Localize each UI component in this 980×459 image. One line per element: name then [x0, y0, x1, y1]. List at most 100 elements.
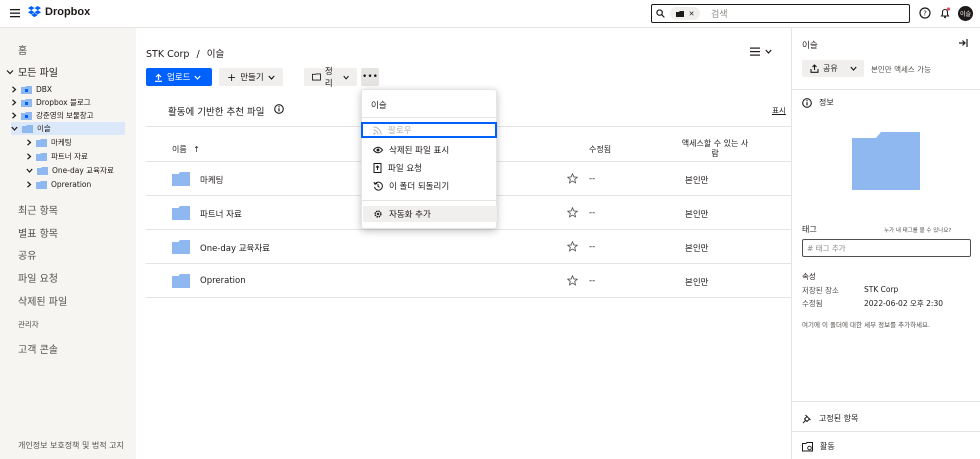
app-name: Dropbox — [45, 6, 91, 18]
table-row[interactable]: Opreration -- 본인만 — [146, 264, 791, 298]
tag-input[interactable]: # 태그 추가 — [802, 239, 971, 257]
sidebar-item-file-requests[interactable]: 파일 요청 — [18, 270, 58, 285]
info-icon[interactable] — [274, 104, 284, 114]
star-icon[interactable] — [567, 207, 578, 218]
organize-button[interactable]: 정리 — [304, 67, 357, 89]
search-box[interactable]: ✕ 검색 — [651, 4, 910, 23]
divider — [792, 401, 980, 402]
divider — [792, 89, 980, 90]
tree-item-label: 강준영의 보물창고 — [36, 111, 94, 120]
file-access: 본인만 — [685, 176, 709, 186]
star-icon[interactable] — [567, 173, 578, 184]
chevron-right-icon[interactable] — [11, 86, 17, 93]
chevron-down-icon — [343, 75, 349, 80]
recommended-title: 활동에 기반한 추천 파일 — [168, 107, 265, 118]
breadcrumb-root[interactable]: STK Corp — [146, 49, 189, 60]
collapse-panel-icon[interactable] — [958, 38, 968, 48]
menu-icon[interactable] — [10, 8, 20, 18]
panel-title: 이슬 — [802, 41, 818, 51]
tree-item-opreration[interactable]: Opreration — [26, 178, 125, 191]
chevron-down-icon[interactable] — [6, 68, 14, 76]
tree-item-dbx[interactable]: DBX — [11, 83, 125, 96]
column-access-header[interactable]: 액세스할 수 있는 사람 — [679, 139, 751, 159]
file-modified: -- — [589, 276, 596, 286]
tags-help-link[interactable]: 누가 내 태그를 볼 수 있나요? — [884, 226, 951, 234]
rss-icon — [373, 126, 382, 135]
upload-button[interactable]: 업로드 — [146, 68, 212, 86]
folder-icon — [21, 98, 32, 107]
folder-icon — [21, 111, 32, 120]
info-icon — [802, 97, 812, 108]
view-toggle-button[interactable] — [750, 47, 772, 56]
menu-item-rewind[interactable]: 이 폴더 되돌리기 — [363, 178, 497, 194]
modified-value: 2022-06-02 오후 2:30 — [864, 299, 943, 308]
share-button[interactable]: 공유 — [802, 60, 864, 77]
file-name[interactable]: One-day 교육자료 — [200, 242, 270, 254]
svg-text:?: ? — [923, 10, 927, 18]
star-icon[interactable] — [567, 275, 578, 286]
table-row[interactable]: One-day 교육자료 -- 본인만 — [146, 230, 791, 264]
tree-item-iseul[interactable]: 이슬 — [11, 122, 125, 135]
chevron-right-icon[interactable] — [11, 112, 17, 119]
chevron-down-icon[interactable] — [26, 167, 33, 174]
show-recommended-link[interactable]: 표시 — [772, 105, 786, 116]
chevron-right-icon[interactable] — [26, 181, 32, 188]
close-icon[interactable]: ✕ — [689, 10, 695, 18]
menu-item-show-deleted[interactable]: 삭제된 파일 표시 — [363, 142, 497, 158]
chevron-down-icon[interactable] — [11, 125, 18, 132]
more-actions-button[interactable]: ••• — [361, 68, 379, 86]
tree-item-dropbox-blog[interactable]: Dropbox 블로그 — [11, 96, 125, 109]
folder-icon — [22, 124, 33, 133]
file-modified: -- — [589, 208, 596, 218]
dropbox-logo[interactable]: Dropbox — [28, 6, 90, 18]
file-name[interactable]: 파트너 자료 — [200, 208, 242, 220]
chevron-right-icon[interactable] — [26, 153, 32, 160]
sidebar-item-deleted[interactable]: 삭제된 파일 — [18, 293, 67, 308]
sidebar: 홈 모든 파일 DBX Dropbox 블로그 강준영의 보물창고 이슬 마케팅… — [0, 28, 136, 459]
avatar[interactable]: 이슬 — [958, 6, 973, 21]
file-modified: -- — [589, 242, 596, 252]
chevron-right-icon[interactable] — [11, 99, 17, 106]
sidebar-item-label: 모든 파일 — [18, 68, 58, 79]
folder-icon — [675, 10, 684, 17]
chevron-down-icon[interactable] — [850, 65, 857, 72]
sidebar-item-all-files[interactable]: 모든 파일 — [6, 64, 58, 79]
menu-item-follow[interactable]: 팔로우 — [361, 122, 497, 138]
create-label: 만들기 — [240, 73, 264, 83]
menu-item-file-request[interactable]: 파일 요청 — [363, 160, 497, 176]
chevron-right-icon[interactable] — [26, 139, 32, 146]
tree-item-marketing[interactable]: 마케팅 — [26, 136, 125, 149]
help-icon[interactable]: ? — [919, 7, 931, 19]
chevron-down-icon — [765, 49, 772, 54]
create-button[interactable]: + 만들기 — [219, 68, 283, 86]
menu-item-add-automation[interactable]: 자동화 추가 — [363, 206, 497, 222]
sidebar-item-shared[interactable]: 공유 — [18, 247, 36, 262]
file-name[interactable]: Opreration — [200, 276, 246, 286]
file-name[interactable]: 마케팅 — [200, 174, 223, 186]
sidebar-item-home[interactable]: 홈 — [18, 42, 27, 57]
sidebar-item-console[interactable]: 고객 콘솔 — [18, 341, 58, 356]
pinned-section[interactable]: 고정된 항목 — [802, 413, 858, 424]
column-name-header[interactable]: 이름 ↑ — [172, 144, 200, 155]
tree-item-label: Opreration — [51, 180, 92, 189]
privacy-legal-link[interactable]: 개인정보 보호정책 및 법적 고지 — [18, 440, 128, 451]
more-actions-menu: 이슬 팔로우 삭제된 파일 표시 파일 요청 이 폴더 되돌리기 자동화 추가 — [361, 89, 497, 229]
tree-item-treasure[interactable]: 강준영의 보물창고 — [11, 109, 125, 122]
folder-icon — [172, 240, 190, 254]
bell-icon[interactable] — [939, 7, 951, 19]
description-placeholder[interactable]: 여기에 이 폴더에 대한 세부 정보를 추가하세요. — [802, 319, 930, 329]
column-modified-header[interactable]: 수정됨 — [589, 144, 611, 155]
tree-item-oneday[interactable]: One-day 교육자료 — [26, 164, 125, 177]
tree-item-partner[interactable]: 파트너 자료 — [26, 150, 125, 163]
details-panel: 이슬 공유 본인만 액세스 가능 정보 태그 누가 내 태그를 볼 수 있나요?… — [791, 28, 980, 459]
sidebar-item-starred[interactable]: 별표 항목 — [18, 225, 58, 240]
saved-location-value[interactable]: STK Corp — [864, 285, 898, 294]
search-input[interactable]: 검색 — [711, 7, 728, 20]
star-icon[interactable] — [567, 241, 578, 252]
search-scope-chip[interactable]: ✕ — [670, 7, 700, 20]
activity-section[interactable]: 활동 — [802, 441, 835, 452]
organize-label: 정리 — [324, 67, 333, 89]
saved-location-label: 저장된 장소 — [802, 286, 839, 295]
sidebar-item-recent[interactable]: 최근 항목 — [18, 202, 58, 217]
chevron-down-icon — [268, 75, 275, 80]
